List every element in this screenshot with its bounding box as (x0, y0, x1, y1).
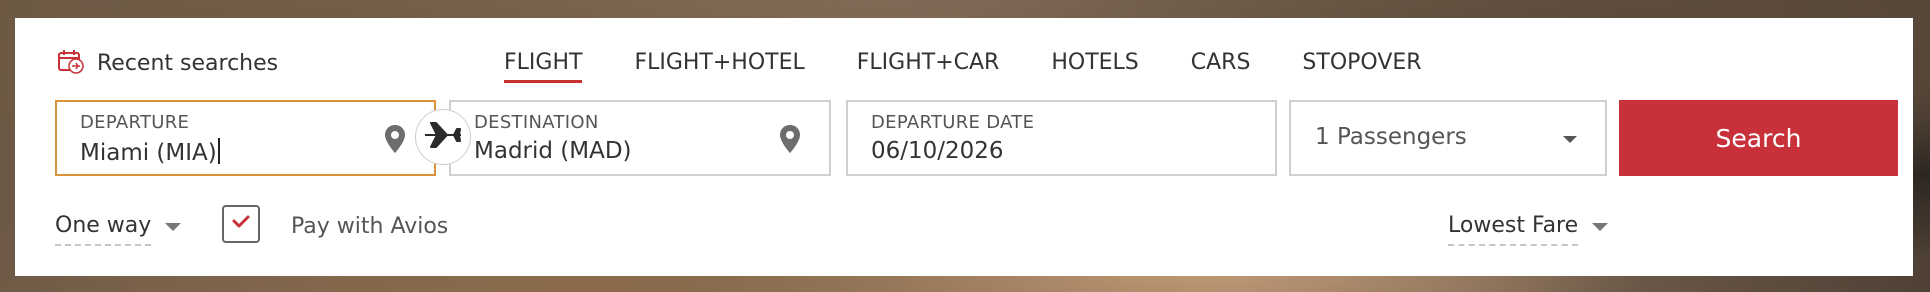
departure-date-field[interactable]: DEPARTURE DATE 06/10/2026 (846, 100, 1277, 176)
flight-search-panel: Recent searches FLIGHT FLIGHT+HOTEL FLIG… (15, 18, 1913, 276)
calendar-plane-icon (57, 48, 85, 78)
plane-icon (423, 120, 463, 154)
pay-with-avios-label[interactable]: Pay with Avios (291, 214, 448, 239)
swap-airports-button[interactable] (415, 109, 471, 165)
fare-sort-dropdown[interactable]: Lowest Fare (1448, 213, 1609, 246)
departure-date-label: DEPARTURE DATE (871, 112, 1035, 133)
search-button[interactable]: Search (1619, 100, 1898, 176)
departure-input[interactable]: Miami (MIA) (80, 138, 360, 166)
trip-type-dropdown[interactable]: One way (55, 213, 182, 246)
recent-searches-label: Recent searches (97, 50, 279, 76)
destination-label: DESTINATION (474, 112, 599, 133)
destination-field[interactable]: DESTINATION Madrid (MAD) (449, 100, 831, 176)
tab-flight-car[interactable]: FLIGHT+CAR (857, 50, 1000, 83)
tab-flight-hotel[interactable]: FLIGHT+HOTEL (634, 50, 804, 83)
checkmark-icon (231, 214, 251, 234)
recent-searches-link[interactable]: Recent searches (57, 48, 278, 78)
passengers-value: 1 Passengers (1315, 124, 1467, 150)
departure-value: Miami (MIA) (80, 140, 217, 166)
fare-sort-value: Lowest Fare (1448, 213, 1579, 246)
departure-date-input[interactable]: 06/10/2026 (871, 138, 1151, 164)
tab-stopover[interactable]: STOPOVER (1302, 50, 1421, 83)
passengers-select[interactable]: 1 Passengers (1289, 100, 1607, 176)
text-caret (217, 138, 220, 164)
chevron-down-icon (165, 222, 182, 231)
chevron-down-icon (1592, 222, 1609, 231)
location-pin-icon[interactable] (384, 124, 406, 158)
location-pin-icon[interactable] (779, 124, 801, 158)
destination-input[interactable]: Madrid (MAD) (474, 138, 754, 164)
product-tabs: FLIGHT FLIGHT+HOTEL FLIGHT+CAR HOTELS CA… (504, 50, 1474, 83)
tab-flight[interactable]: FLIGHT (504, 50, 583, 83)
tab-hotels[interactable]: HOTELS (1051, 50, 1138, 83)
tab-cars[interactable]: CARS (1191, 50, 1251, 83)
departure-label: DEPARTURE (80, 112, 190, 133)
chevron-down-icon (1563, 136, 1577, 143)
trip-type-value: One way (55, 213, 152, 246)
pay-with-avios-checkbox[interactable] (222, 205, 260, 243)
departure-field[interactable]: DEPARTURE Miami (MIA) (55, 100, 436, 176)
